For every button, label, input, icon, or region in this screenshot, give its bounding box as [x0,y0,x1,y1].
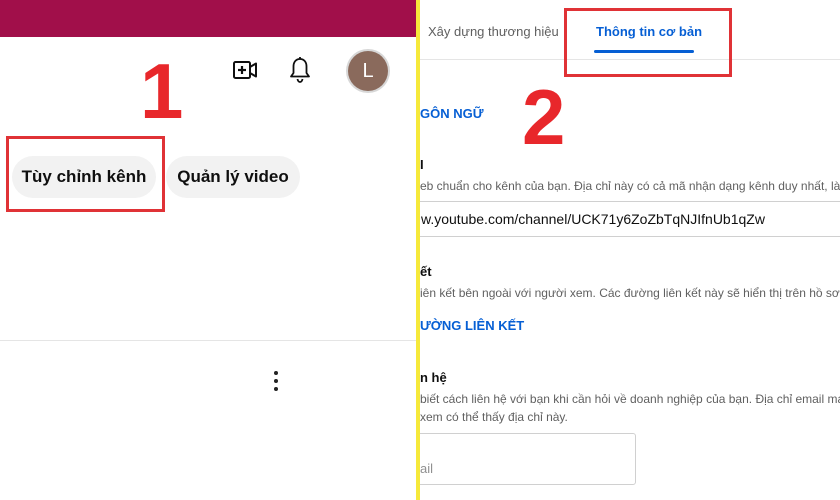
channel-url-title: I [420,157,424,172]
manage-videos-button[interactable]: Quản lý video [166,156,300,198]
links-description: iên kết bên ngoài với người xem. Các đườ… [420,286,840,300]
links-section-heading[interactable]: ƯỜNG LIÊN KẾT [420,318,524,333]
step-number-1: 1 [140,47,184,135]
avatar[interactable]: L [348,51,388,91]
bell-icon[interactable] [287,55,313,85]
contact-info-description-cont: xem có thể thấy địa chỉ này. [420,410,568,424]
channel-url-field[interactable]: w.youtube.com/channel/UCK71y6ZoZbTqNJIfn… [420,201,840,237]
contact-info-description: biết cách liên hệ với bạn khi cần hỏi về… [420,392,840,406]
more-vert-icon[interactable] [266,368,286,394]
channel-url-description: eb chuẩn cho kênh của bạn. Địa chỉ này c… [420,179,840,193]
highlight-box-customize [6,136,165,212]
tab-branding[interactable]: Xây dựng thương hiệu [428,24,559,39]
right-panel-channel-settings: Xây dựng thương hiệu Thông tin cơ bản 2 … [420,0,840,500]
email-field[interactable] [420,433,636,485]
create-video-icon[interactable] [230,57,260,83]
channel-banner [0,0,416,37]
language-section-heading: GÔN NGỮ [420,106,484,121]
left-panel-studio-header: 1 L Tùy chỉnh kênh Quản lý video [0,0,416,500]
contact-info-title: n hệ [420,370,447,385]
step-number-2: 2 [522,73,566,161]
email-field-placeholder: ail [420,461,434,476]
divider [0,340,416,341]
links-title: ết [420,264,432,279]
highlight-box-basic-info [564,8,732,77]
